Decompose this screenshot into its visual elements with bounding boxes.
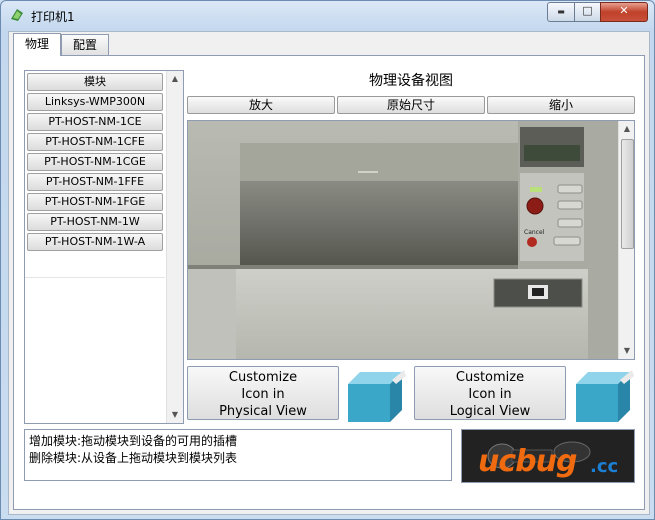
module-list-scrollbar[interactable]: ▲ ▼	[166, 71, 183, 423]
device-view-title: 物理设备视图	[369, 73, 453, 89]
customize-physical-line2: Icon in	[241, 387, 285, 402]
maximize-button[interactable]: □	[574, 2, 601, 22]
tab-physical[interactable]: 物理	[13, 33, 61, 56]
remove-module-hint: 删除模块:从设备上拖动模块到模块列表	[29, 451, 238, 465]
module-item[interactable]: PT-HOST-NM-1W	[27, 213, 163, 231]
list-divider	[25, 277, 165, 278]
packet-tracer-icon	[11, 9, 23, 21]
logical-icon-cube	[576, 370, 634, 422]
watermark-brand: ucbug	[478, 444, 577, 479]
customize-logical-line2: Icon in	[468, 387, 512, 402]
module-item[interactable]: Linksys-WMP300N	[27, 93, 163, 111]
close-button[interactable]: ✕	[600, 2, 648, 22]
maximize-icon: □	[582, 4, 593, 17]
module-list-header[interactable]: 模块	[27, 73, 163, 91]
scroll-down-icon[interactable]: ▼	[619, 343, 634, 359]
window-title: 打印机1	[31, 10, 75, 24]
customize-physical-button[interactable]: Customize Icon in Physical View	[187, 366, 339, 420]
watermark-suffix: .cc	[590, 456, 619, 477]
device-view-scrollbar[interactable]: ▲ ▼	[618, 121, 634, 359]
module-item[interactable]: PT-HOST-NM-1CGE	[27, 153, 163, 171]
module-help-text: 增加模块:拖动模块到设备的可用的插槽 删除模块:从设备上拖动模块到模块列表	[24, 429, 452, 481]
tab-config-label: 配置	[72, 38, 97, 52]
close-icon: ✕	[619, 4, 629, 17]
minimize-button[interactable]: ▬	[547, 2, 575, 22]
zoom-out-button[interactable]: 缩小	[487, 96, 635, 114]
module-item[interactable]: PT-HOST-NM-1FFE	[27, 173, 163, 191]
customize-physical-line1: Customize	[228, 370, 298, 385]
customize-physical-line3: Physical View	[219, 404, 307, 419]
physical-device-view[interactable]: Cancel ▲ ▼	[187, 120, 635, 360]
scroll-thumb[interactable]	[621, 139, 634, 249]
customize-logical-line3: Logical View	[449, 404, 531, 419]
title-bar[interactable]: 打印机1 ▬ □ ✕	[1, 1, 654, 29]
printer-image: Cancel	[188, 121, 634, 359]
module-item[interactable]: PT-HOST-NM-1FGE	[27, 193, 163, 211]
module-thumbnail: ucbug .cc	[461, 429, 635, 483]
minimize-icon: ▬	[557, 7, 565, 16]
customize-logical-line1: Customize	[455, 370, 525, 385]
tab-physical-label: 物理	[24, 37, 49, 51]
client-area: 物理 配置 模块 Linksys-WMP300N PT-HOST-NM-1CE …	[8, 31, 650, 515]
cancel-label: Cancel	[524, 229, 545, 236]
module-item[interactable]: PT-HOST-NM-1W-A	[27, 233, 163, 251]
original-size-button[interactable]: 原始尺寸	[337, 96, 485, 114]
tab-config[interactable]: 配置	[61, 34, 109, 55]
scroll-down-icon[interactable]: ▼	[167, 407, 183, 423]
module-item[interactable]: PT-HOST-NM-1CFE	[27, 133, 163, 151]
module-list: 模块 Linksys-WMP300N PT-HOST-NM-1CE PT-HOS…	[24, 70, 184, 424]
scroll-up-icon[interactable]: ▲	[167, 71, 183, 87]
printer-window: 打印机1 ▬ □ ✕ 物理 配置 模块 Linksys-WMP300N PT-H…	[0, 0, 655, 520]
physical-icon-cube	[348, 370, 406, 422]
scroll-up-icon[interactable]: ▲	[619, 121, 634, 137]
module-item[interactable]: PT-HOST-NM-1CE	[27, 113, 163, 131]
add-module-hint: 增加模块:拖动模块到设备的可用的插槽	[29, 434, 238, 448]
physical-tab-panel: 模块 Linksys-WMP300N PT-HOST-NM-1CE PT-HOS…	[13, 55, 645, 510]
customize-logical-button[interactable]: Customize Icon in Logical View	[414, 366, 566, 420]
zoom-in-button[interactable]: 放大	[187, 96, 335, 114]
